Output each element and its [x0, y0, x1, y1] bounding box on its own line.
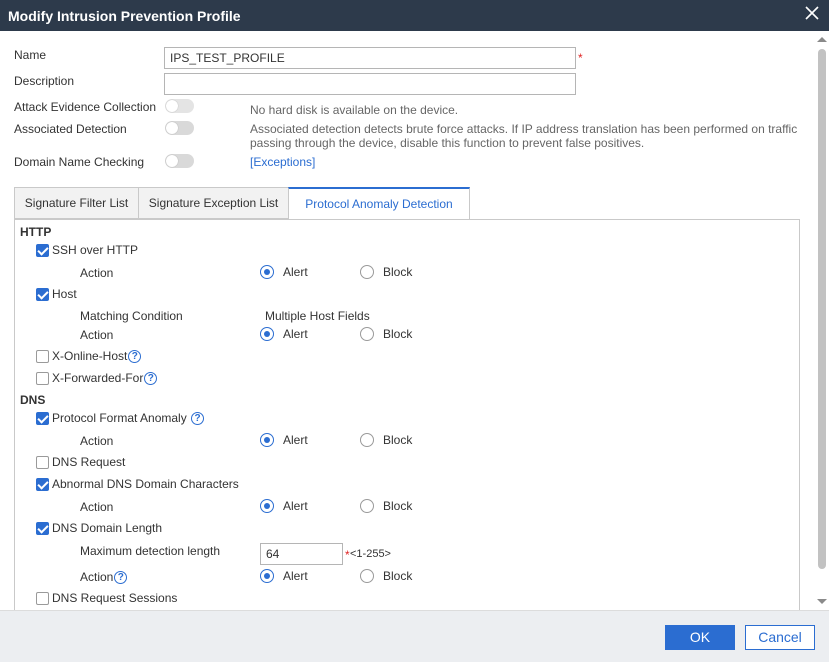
vertical-scrollbar[interactable] — [815, 31, 829, 610]
max-length-required-mark: * — [345, 548, 350, 562]
http-section-heading: HTTP — [20, 225, 52, 239]
x-online-host-label: X-Online-Host — [52, 349, 128, 363]
dns-domain-length-label: DNS Domain Length — [52, 521, 163, 535]
cancel-button[interactable]: Cancel — [745, 625, 815, 650]
ssh-block-label: Block — [383, 265, 413, 279]
adc-alert-radio[interactable] — [260, 499, 274, 513]
dialog-body: Name * Description Attack Evidence Colle… — [0, 31, 829, 610]
name-label: Name — [14, 48, 47, 62]
matching-condition-label: Matching Condition — [80, 309, 183, 323]
ssh-action-label: Action — [80, 266, 114, 280]
host-block-label: Block — [383, 327, 413, 341]
dns-request-checkbox[interactable] — [36, 456, 49, 469]
ssh-alert-radio[interactable] — [260, 265, 274, 279]
host-checkbox[interactable] — [36, 288, 49, 301]
scroll-up-arrow-icon[interactable] — [817, 37, 827, 42]
scroll-down-arrow-icon[interactable] — [817, 599, 827, 604]
pfa-block-label: Block — [383, 433, 413, 447]
protocol-anomaly-panel: HTTP SSH over HTTP Action Alert Block Ho… — [14, 219, 800, 610]
associated-detection-hint-line1: Associated detection detects brute force… — [250, 122, 798, 136]
max-detection-length-range: <1-255> — [350, 548, 391, 560]
pfa-block-radio[interactable] — [360, 433, 374, 447]
domain-name-checking-label: Domain Name Checking — [14, 155, 145, 169]
attack-evidence-toggle[interactable] — [165, 99, 194, 113]
adc-action-label: Action — [80, 500, 114, 514]
dns-domain-length-checkbox[interactable] — [36, 522, 49, 535]
protocol-format-anomaly-help-icon[interactable]: ? — [191, 412, 205, 426]
pfa-action-label: Action — [80, 434, 114, 448]
dns-section-heading: DNS — [20, 393, 46, 407]
dialog-title: Modify Intrusion Prevention Profile — [8, 8, 241, 24]
max-detection-length-input[interactable] — [260, 543, 343, 565]
ok-button[interactable]: OK — [665, 625, 735, 650]
dns-request-sessions-checkbox[interactable] — [36, 592, 49, 605]
description-label: Description — [14, 74, 75, 88]
associated-detection-toggle[interactable] — [165, 121, 194, 135]
x-forwarded-for-label: X-Forwarded-For — [52, 371, 144, 385]
host-block-radio[interactable] — [360, 327, 374, 341]
ddl-block-radio[interactable] — [360, 569, 374, 583]
host-alert-label: Alert — [283, 327, 308, 341]
tab-signature-exception-list[interactable]: Signature Exception List — [138, 187, 289, 219]
protocol-format-anomaly-checkbox[interactable] — [36, 412, 49, 425]
ssh-over-http-checkbox[interactable] — [36, 244, 49, 257]
name-required-mark: * — [578, 51, 583, 65]
host-alert-radio[interactable] — [260, 327, 274, 341]
ddl-alert-label: Alert — [283, 569, 308, 583]
dns-request-label: DNS Request — [52, 455, 126, 469]
abnormal-dns-domain-characters-label: Abnormal DNS Domain Characters — [52, 477, 239, 491]
tab-signature-filter-list[interactable]: Signature Filter List — [14, 187, 139, 219]
max-detection-length-label: Maximum detection length — [80, 544, 221, 558]
host-action-label: Action — [80, 328, 114, 342]
exceptions-link[interactable]: [Exceptions] — [250, 155, 315, 169]
ddl-alert-radio[interactable] — [260, 569, 274, 583]
tab-protocol-anomaly-detection[interactable]: Protocol Anomaly Detection — [288, 187, 470, 220]
ddl-action-help-icon[interactable]: ? — [114, 571, 128, 585]
associated-detection-label: Associated Detection — [14, 122, 127, 136]
x-online-host-item: X-Online-Host? — [52, 349, 142, 364]
matching-condition-value: Multiple Host Fields — [265, 309, 370, 323]
domain-name-checking-toggle[interactable] — [165, 154, 194, 168]
ssh-over-http-label: SSH over HTTP — [52, 243, 139, 257]
ssh-block-radio[interactable] — [360, 265, 374, 279]
abnormal-dns-domain-characters-checkbox[interactable] — [36, 478, 49, 491]
dialog-footer: OK Cancel — [0, 610, 829, 662]
protocol-format-anomaly-item: Protocol Format Anomaly ? — [52, 411, 205, 426]
adc-block-radio[interactable] — [360, 499, 374, 513]
dns-request-sessions-label: DNS Request Sessions — [52, 591, 178, 605]
x-online-host-help-icon[interactable]: ? — [128, 350, 142, 364]
scrollbar-thumb[interactable] — [818, 49, 826, 569]
ssh-alert-label: Alert — [283, 265, 308, 279]
adc-alert-label: Alert — [283, 499, 308, 513]
associated-detection-hint-line2: passing through the device, disable this… — [250, 136, 645, 150]
description-input[interactable] — [164, 73, 576, 95]
x-forwarded-for-help-icon[interactable]: ? — [144, 372, 158, 386]
x-forwarded-for-checkbox[interactable] — [36, 372, 49, 385]
dialog-titlebar: Modify Intrusion Prevention Profile — [0, 0, 829, 31]
pfa-alert-radio[interactable] — [260, 433, 274, 447]
x-online-host-checkbox[interactable] — [36, 350, 49, 363]
adc-block-label: Block — [383, 499, 413, 513]
ddl-action-item: Action? — [80, 570, 128, 585]
ddl-action-label: Action — [80, 570, 114, 584]
protocol-format-anomaly-label: Protocol Format Anomaly — [52, 411, 187, 425]
attack-evidence-hint: No hard disk is available on the device. — [250, 103, 459, 117]
pfa-alert-label: Alert — [283, 433, 308, 447]
close-icon[interactable] — [805, 6, 819, 20]
name-input[interactable] — [164, 47, 576, 69]
attack-evidence-label: Attack Evidence Collection — [14, 100, 157, 114]
host-label: Host — [52, 287, 77, 301]
ddl-block-label: Block — [383, 569, 413, 583]
x-forwarded-for-item: X-Forwarded-For? — [52, 371, 158, 386]
